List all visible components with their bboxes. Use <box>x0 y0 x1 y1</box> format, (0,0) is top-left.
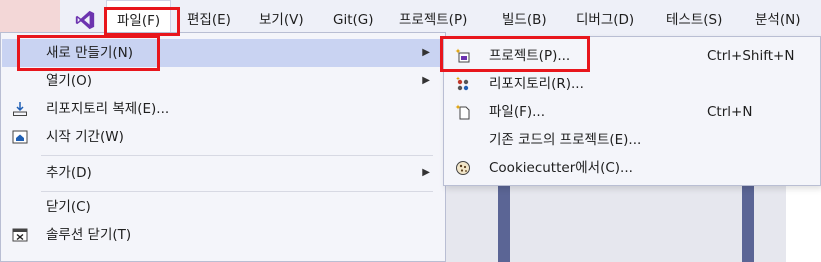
menu-separator <box>41 191 433 192</box>
menu-item-start-window[interactable]: 시작 기간(W) <box>2 123 444 151</box>
menu-item-start-window-label: 시작 기간(W) <box>46 129 124 145</box>
editor-edge <box>786 186 821 262</box>
visual-studio-logo-icon <box>75 10 95 30</box>
new-submenu: 프로젝트(P)... Ctrl+Shift+N 리포지토리(R)... 파일(F… <box>443 36 821 186</box>
submenu-item-repository[interactable]: 리포지토리(R)... <box>445 70 819 98</box>
repository-icon <box>456 76 469 91</box>
submenu-item-existing-code[interactable]: 기존 코드의 프로젝트(E)... <box>445 126 819 154</box>
new-file-icon <box>455 104 470 120</box>
home-window-icon <box>12 130 28 144</box>
menu-item-close-label: 닫기(C) <box>46 199 91 215</box>
menu-item-clone-repo[interactable]: 리포지토리 복제(E)... <box>2 95 444 123</box>
menu-debug[interactable]: 디버그(D) <box>566 0 644 40</box>
editor-background <box>440 186 821 262</box>
menu-item-close-solution-label: 솔루션 닫기(T) <box>46 227 132 243</box>
menu-analyze[interactable]: 분석(N) <box>745 0 810 40</box>
submenu-arrow-icon: ▶ <box>422 167 430 178</box>
submenu-item-project-label: 프로젝트(P)... <box>489 48 571 64</box>
menu-separator <box>41 155 433 156</box>
menu-item-close[interactable]: 닫기(C) <box>2 193 444 221</box>
submenu-item-file[interactable]: 파일(F)... Ctrl+N <box>445 98 819 126</box>
close-solution-icon <box>12 228 28 242</box>
menu-item-close-solution[interactable]: 솔루션 닫기(T) <box>2 221 444 249</box>
submenu-item-project[interactable]: 프로젝트(P)... Ctrl+Shift+N <box>445 42 819 70</box>
menu-item-open-label: 열기(O) <box>46 73 92 89</box>
menu-test[interactable]: 테스트(S) <box>656 0 732 40</box>
menu-item-open[interactable]: 열기(O) ▶ <box>2 67 444 95</box>
menu-item-new[interactable]: 새로 만들기(N) ▶ <box>2 39 444 67</box>
clone-download-icon <box>13 102 27 116</box>
cookiecutter-icon <box>456 161 470 175</box>
file-menu-dropdown: 새로 만들기(N) ▶ 열기(O) ▶ 리포지토리 복제(E)... 시작 기간… <box>0 32 446 262</box>
submenu-item-file-label: 파일(F)... <box>489 104 546 120</box>
menu-build[interactable]: 빌드(B) <box>492 0 557 40</box>
submenu-item-existing-code-label: 기존 코드의 프로젝트(E)... <box>489 132 642 148</box>
submenu-item-cookiecutter-label: Cookiecutter에서(C)... <box>489 160 633 176</box>
new-project-icon <box>455 48 470 63</box>
submenu-item-repository-label: 리포지토리(R)... <box>489 76 584 92</box>
scroll-panel-right <box>742 186 754 262</box>
shortcut-label: Ctrl+Shift+N <box>707 48 795 64</box>
submenu-arrow-icon: ▶ <box>422 75 430 86</box>
submenu-item-cookiecutter[interactable]: Cookiecutter에서(C)... <box>445 154 819 182</box>
menu-item-clone-label: 리포지토리 복제(E)... <box>46 101 170 117</box>
menu-item-add-label: 추가(D) <box>46 165 92 181</box>
shortcut-label: Ctrl+N <box>707 104 753 120</box>
submenu-arrow-icon: ▶ <box>422 47 430 58</box>
menu-item-new-label: 새로 만들기(N) <box>46 45 134 61</box>
menu-item-add[interactable]: 추가(D) ▶ <box>2 159 444 187</box>
scroll-panel-left <box>498 186 510 262</box>
